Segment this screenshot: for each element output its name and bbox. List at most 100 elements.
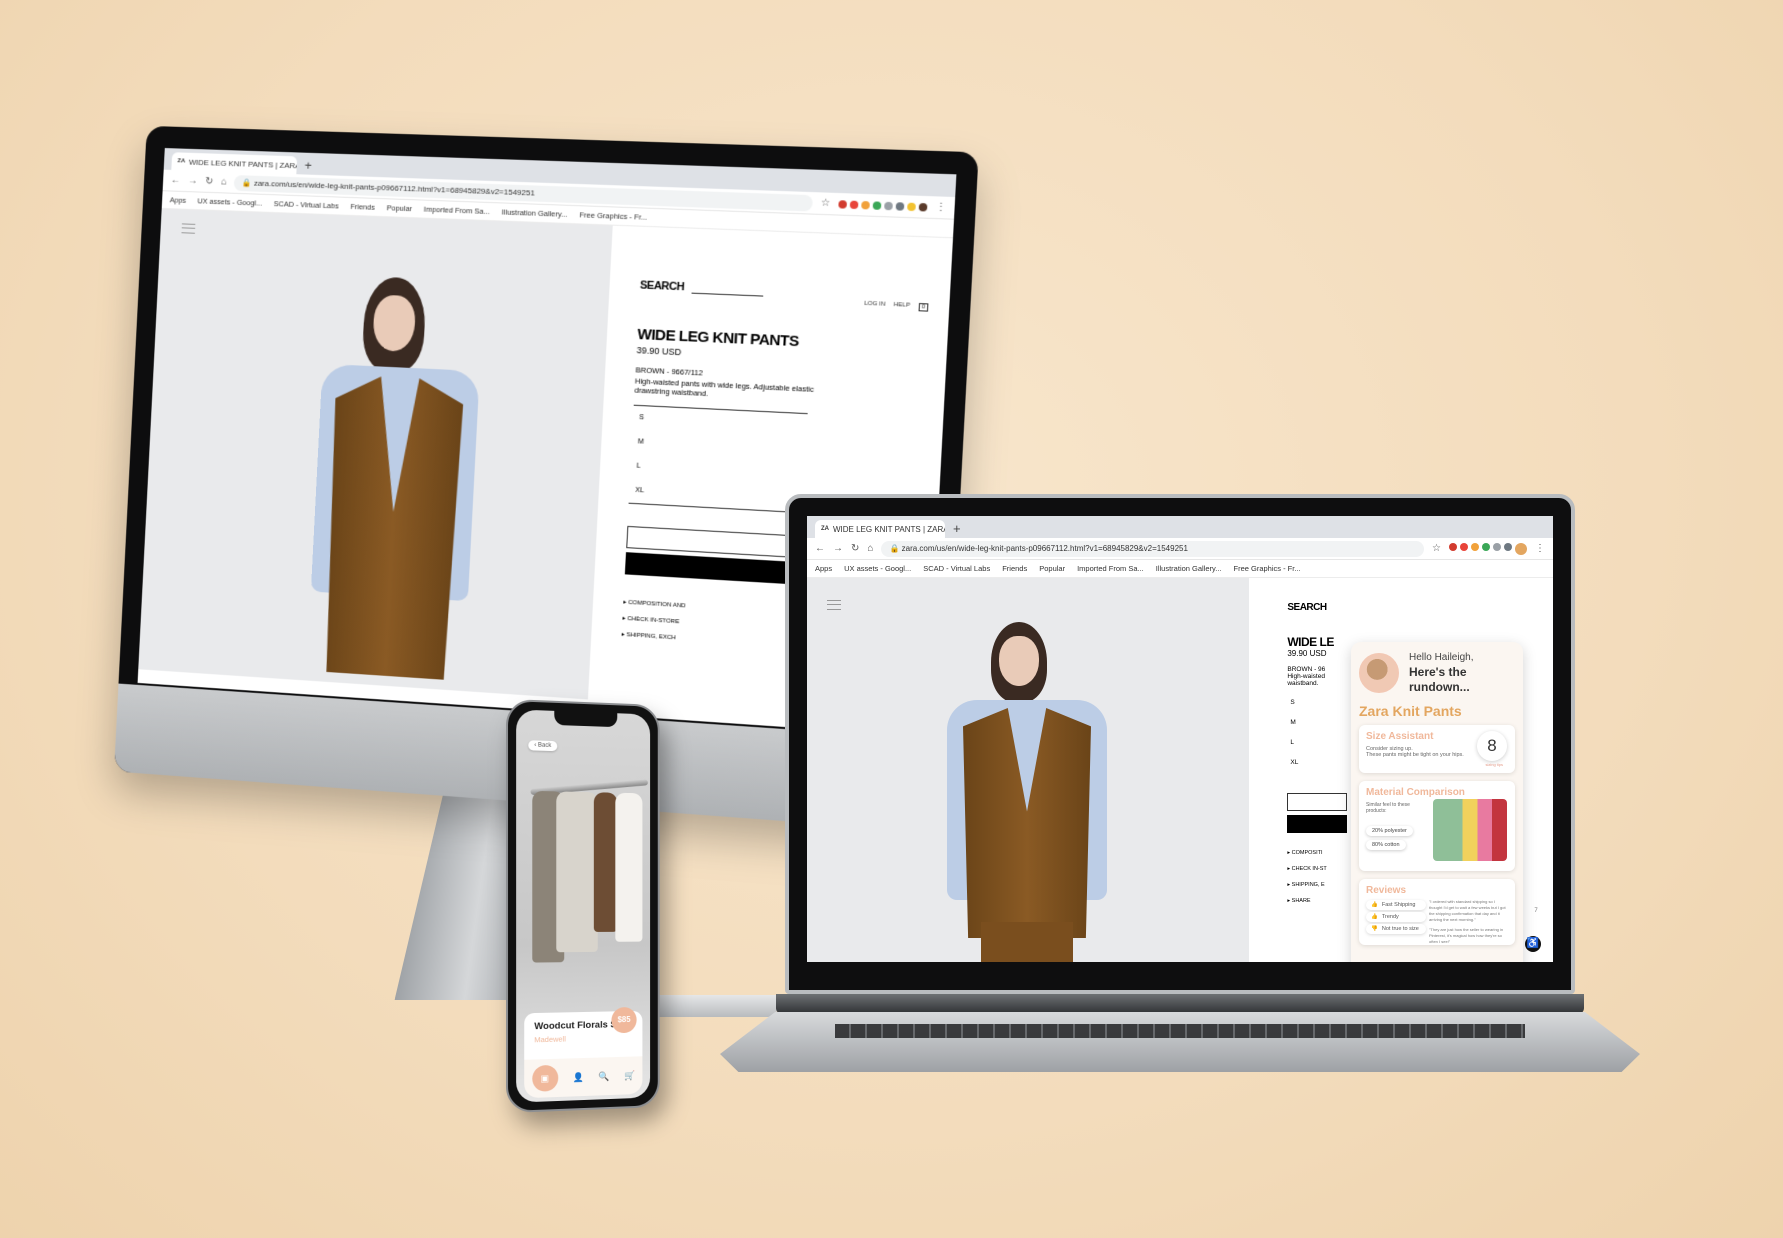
search-underline[interactable] [691,292,764,297]
home-icon[interactable]: ⌂ [867,543,873,554]
extensions-tray [1449,542,1527,555]
zara-favicon-icon: ZA [821,526,829,532]
bookmark-popular[interactable]: Popular [386,203,412,213]
search-label[interactable]: SEARCH [640,279,685,293]
material-pill-cotton: 80% cotton [1366,840,1406,850]
tab-bar: ZA WIDE LEG KNIT PANTS | ZARA ✕ + [807,516,1553,538]
size-assistant-card[interactable]: Size Assistant Consider sizing up. These… [1359,725,1515,773]
hamburger-menu-icon[interactable] [181,223,196,234]
menu-kebab-icon[interactable]: ⋮ [1535,543,1545,554]
browser-tab[interactable]: ZA WIDE LEG KNIT PANTS | ZARA ✕ [815,520,945,538]
reload-icon[interactable]: ↻ [205,176,214,187]
bookmark-scad[interactable]: SCAD - Virtual Labs [923,564,990,573]
garment-knit-white [556,791,598,953]
address-bar[interactable]: 🔒 zara.com/us/en/wide-leg-knit-pants-p09… [881,540,1425,557]
accessibility-icon[interactable]: ♿ [1525,936,1541,952]
review-tag: 👍 Fast Shipping [1366,900,1426,910]
search-label[interactable]: SEARCH [1287,602,1515,613]
extension-icon[interactable] [1493,542,1501,551]
extension-icon[interactable] [1460,542,1468,551]
material-pill-polyester: 20% polyester [1366,826,1413,836]
material-comparison-card[interactable]: Material Comparison Similar feel to thes… [1359,781,1515,871]
laptop: ZA WIDE LEG KNIT PANTS | ZARA ✕ + ← → ↻ … [785,494,1575,994]
product-card[interactable]: Woodcut Florals Shirt Madewell $85 [524,1006,643,1062]
nav-home-icon[interactable]: ▣ [531,1064,558,1092]
nav-cart-icon[interactable]: 🛒 [624,1070,635,1081]
url-text: zara.com/us/en/wide-leg-knit-pants-p0966… [253,178,536,198]
menu-kebab-icon[interactable]: ⋮ [935,202,946,214]
extension-icon[interactable] [1482,542,1490,551]
extension-icon[interactable] [1504,542,1512,551]
back-button[interactable]: ‹ Back [528,740,558,752]
reviews-card[interactable]: Reviews 👍 Fast Shipping 👍 Trendy 👎 Not true… [1359,879,1515,945]
cart-icon[interactable]: 0 [918,303,929,312]
bookmarks-bar: Apps UX assets - Googl... SCAD - Virtual… [807,560,1553,578]
bookmark-imported[interactable]: Imported From Sa... [1077,564,1144,573]
extension-icon[interactable] [872,200,882,210]
sift-product-name: Zara Knit Pants [1359,703,1462,719]
home-icon[interactable]: ⌂ [221,177,227,188]
phone-bottom-nav: ▣ 👤 🔍 🛒 [524,1056,643,1099]
thumbs-down-icon: 👎 [1371,926,1378,932]
bookmark-imported[interactable]: Imported From Sa... [424,205,490,216]
bookmark-friends[interactable]: Friends [1002,564,1027,573]
sizing-tips-caption: sizing tips [1485,762,1503,767]
back-arrow-icon[interactable]: ← [815,543,825,554]
bookmark-ux-assets[interactable]: UX assets - Googl... [197,196,262,207]
sift-greeting: Hello Haileigh, Here's the rundown... [1359,650,1515,695]
nav-profile-icon[interactable]: 👤 [573,1072,584,1083]
new-tab-button[interactable]: + [296,156,320,175]
model-figure [947,622,1107,962]
similar-products-image[interactable] [1433,799,1507,861]
greeting-text: Hello Haileigh, [1409,652,1474,663]
bookmark-friends[interactable]: Friends [350,202,375,212]
bookmark-popular[interactable]: Popular [1039,564,1065,573]
extension-icon[interactable] [907,202,916,211]
forward-arrow-icon[interactable]: → [833,543,843,554]
extension-icon[interactable] [895,201,905,211]
extension-icon[interactable] [1471,542,1479,551]
reviews-title: Reviews [1366,885,1407,896]
help-link[interactable]: HELP [893,302,910,311]
phone-price-badge: $85 [611,1006,637,1034]
material-intro: Similar feel to these products: [1366,802,1410,814]
phone-screen: ‹ Back Woodcut Florals Shirt Madewell $8… [516,709,651,1103]
bookmark-star-icon[interactable]: ☆ [1432,543,1441,554]
nav-search-icon[interactable]: 🔍 [599,1071,610,1082]
extensions-tray [838,199,928,212]
extension-icon[interactable] [849,200,859,209]
add-to-bag-button[interactable] [624,552,800,585]
bookmark-apps[interactable]: Apps [815,564,832,573]
lock-icon: 🔒 [889,543,900,553]
extension-icon[interactable] [1449,542,1457,551]
bookmark-scad[interactable]: SCAD - Virtual Labs [273,199,338,210]
login-link[interactable]: LOG IN [864,301,886,310]
extension-icon[interactable] [861,200,870,209]
sift-extension-icon[interactable] [1515,542,1527,555]
extension-icon[interactable] [838,199,848,209]
bookmark-free-graphics[interactable]: Free Graphics - Fr... [579,210,647,222]
bookmark-apps[interactable]: Apps [170,195,187,204]
hamburger-menu-icon[interactable] [827,600,841,610]
profile-avatar-icon[interactable] [918,202,928,212]
add-to-wishlist-button[interactable] [1287,793,1348,811]
new-tab-button[interactable]: + [945,520,969,538]
forward-arrow-icon[interactable]: → [188,175,198,186]
bookmark-star-icon[interactable]: ☆ [821,198,831,210]
bookmark-illustration[interactable]: Illustration Gallery... [1156,564,1222,573]
bookmark-ux-assets[interactable]: UX assets - Googl... [844,564,911,573]
lock-icon: 🔒 [241,177,252,187]
bookmark-illustration[interactable]: Illustration Gallery... [502,207,568,218]
back-arrow-icon[interactable]: ← [171,175,181,186]
review-quote-1: "I ordered with standard shipping so I t… [1429,899,1506,922]
product-photo [138,208,613,700]
sift-extension-panel: Hello Haileigh, Here's the rundown... Za… [1351,642,1523,962]
reload-icon[interactable]: ↻ [851,543,859,554]
bookmark-free-graphics[interactable]: Free Graphics - Fr... [1233,564,1300,573]
add-to-bag-button[interactable] [1287,815,1348,833]
extension-icon[interactable] [884,201,893,210]
material-comparison-title: Material Comparison [1366,787,1465,798]
thumbs-up-icon: 👍 [1371,902,1378,908]
garment-brown [593,792,618,932]
url-text: zara.com/us/en/wide-leg-knit-pants-p0966… [901,543,1188,553]
